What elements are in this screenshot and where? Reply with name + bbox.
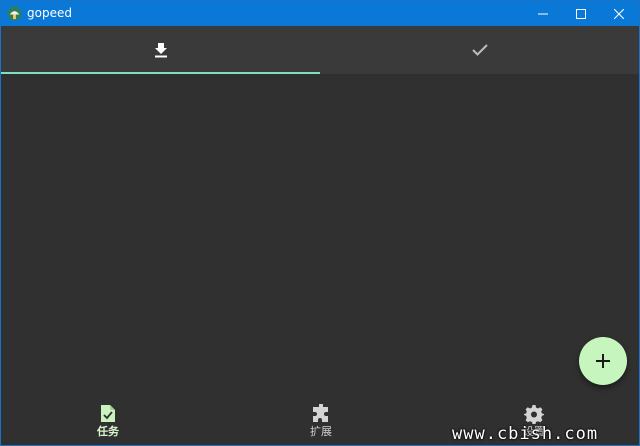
nav-label-tasks: 任务: [97, 425, 119, 438]
nav-label-extensions: 扩展: [310, 425, 332, 438]
download-icon: [154, 43, 167, 58]
add-task-button[interactable]: [579, 337, 627, 385]
minimize-icon: [538, 13, 548, 14]
nav-item-extensions[interactable]: 扩展: [261, 397, 381, 445]
nav-item-tasks[interactable]: 任务: [48, 397, 168, 445]
task-file-icon: [101, 405, 115, 422]
title-bar[interactable]: gopeed: [1, 1, 639, 26]
gopeed-logo-icon: [7, 6, 22, 21]
maximize-button[interactable]: [563, 1, 599, 26]
app-window: gopeed 任务 扩展 设置: [0, 0, 640, 446]
close-button[interactable]: [601, 1, 637, 26]
plus-icon: [596, 354, 610, 368]
task-list-area: [1, 74, 639, 394]
watermark-text: www.cbish.com: [452, 424, 599, 444]
check-icon: [471, 44, 488, 56]
maximize-icon: [576, 8, 586, 19]
puzzle-icon: [313, 404, 328, 422]
tab-bar: [1, 26, 639, 74]
window-title: gopeed: [27, 6, 72, 20]
tab-downloading[interactable]: [1, 26, 320, 74]
close-icon: [614, 8, 624, 19]
tab-completed[interactable]: [320, 26, 639, 74]
minimize-button[interactable]: [525, 1, 561, 26]
gear-icon: [524, 405, 544, 424]
